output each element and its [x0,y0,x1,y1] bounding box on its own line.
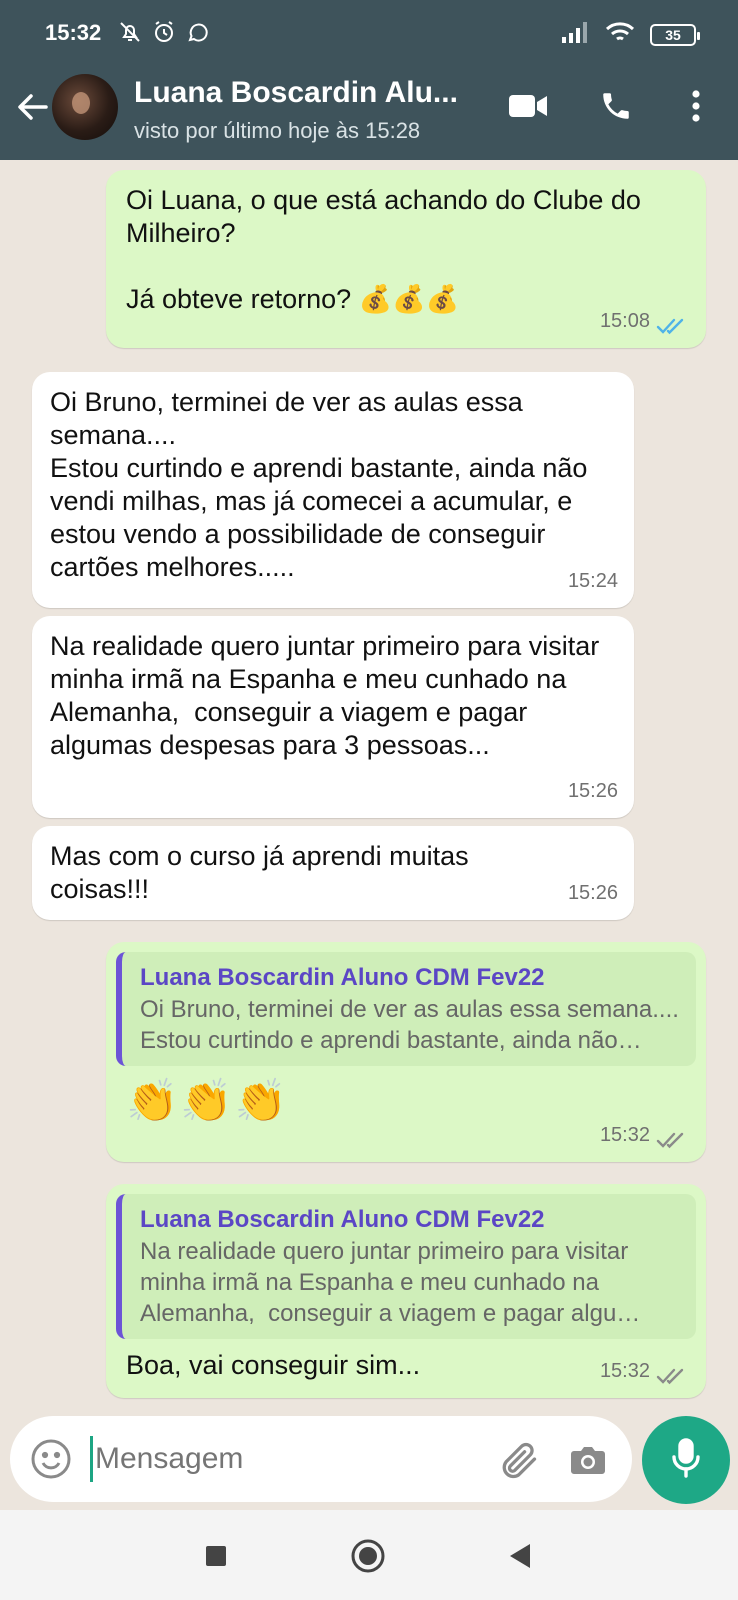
last-seen-status: visto por último hoje às 15:28 [134,118,421,143]
message-composer [10,1416,632,1502]
signal-icon [560,21,590,48]
whatsapp-icon [186,20,210,44]
top-bar: 15:32 35 Luana Boscardin Alu... visto po… [0,0,738,160]
status-right-icons: 35 [560,20,700,49]
read-ticks-icon [656,313,690,334]
message-time: 15:32 [599,1360,650,1382]
message-bubble-outgoing[interactable]: Oi Luana, o que está achando do Clube do… [106,170,706,348]
message-bubble-incoming[interactable]: Mas com o curso já aprendi muitas coisas… [32,826,634,920]
wifi-icon [604,20,636,49]
battery-level: 35 [665,26,681,43]
message-meta: 15:08 [600,305,690,338]
system-nav-bar [0,1510,738,1600]
bell-off-icon [118,20,142,44]
emoji-icon[interactable] [28,1436,74,1482]
back-arrow-icon[interactable] [14,88,52,126]
message-bubble-incoming[interactable]: Oi Bruno, terminei de ver as aulas essa … [32,372,634,608]
message-time: 15:24 [567,570,618,592]
back-nav-icon[interactable] [500,1536,540,1576]
battery-icon: 35 [650,23,700,46]
message-meta: 15:26 [568,775,618,808]
message-meta: 15:32 [600,1119,690,1152]
status-left-icons [118,20,210,44]
quoted-author: Luana Boscardin Aluno CDM Fev22 [140,1206,545,1233]
message-bubble-outgoing[interactable]: Luana Boscardin Aluno CDM Fev22 Na reali… [106,1184,706,1398]
quoted-text: Na realidade quero juntar primeiro para … [140,1238,641,1327]
contact-name[interactable]: Luana Boscardin Alu... [134,76,479,110]
quoted-author: Luana Boscardin Aluno CDM Fev22 [140,964,545,991]
delivered-ticks-icon [656,1363,690,1384]
status-bar: 15:32 35 [0,0,738,68]
message-text: Oi Bruno, terminei de ver as aulas essa … [50,387,588,582]
message-text: Oi Luana, o que está achando do Clube do… [126,185,641,314]
more-options-icon[interactable] [674,84,718,128]
message-text: Na realidade quero juntar primeiro para … [50,631,607,760]
message-meta: 15:26 [568,877,618,910]
message-time: 15:32 [599,1124,650,1146]
attach-icon[interactable] [496,1438,540,1482]
voice-message-button[interactable] [642,1416,730,1504]
delivered-ticks-icon [656,1127,690,1148]
message-text: Mas com o curso já aprendi muitas coisas… [50,841,477,904]
status-time: 15:32 [45,20,102,45]
chat-area[interactable]: Oi Luana, o que está achando do Clube do… [0,160,738,1400]
message-bubble-incoming[interactable]: Na realidade quero juntar primeiro para … [32,616,634,818]
camera-icon[interactable] [566,1438,610,1482]
home-icon[interactable] [348,1536,388,1576]
alarm-icon [152,20,176,44]
message-meta: 15:32 [600,1355,690,1388]
message-time: 15:26 [567,882,618,904]
chat-header: Luana Boscardin Alu... visto por último … [0,68,738,160]
message-bubble-outgoing[interactable]: Luana Boscardin Aluno CDM Fev22 Oi Bruno… [106,942,706,1162]
message-meta: 15:24 [568,565,618,598]
phone-call-icon[interactable] [594,84,638,128]
message-time: 15:26 [567,780,618,802]
microphone-icon [668,1437,704,1484]
quoted-message[interactable]: Luana Boscardin Aluno CDM Fev22 Oi Bruno… [116,952,696,1066]
quoted-text: Oi Bruno, terminei de ver as aulas essa … [140,996,679,1054]
video-call-icon[interactable] [506,84,550,128]
contact-avatar[interactable] [52,74,118,140]
recent-apps-icon[interactable] [196,1536,236,1576]
message-time: 15:08 [599,310,650,332]
quoted-message[interactable]: Luana Boscardin Aluno CDM Fev22 Na reali… [116,1194,696,1339]
message-input[interactable] [90,1436,470,1482]
